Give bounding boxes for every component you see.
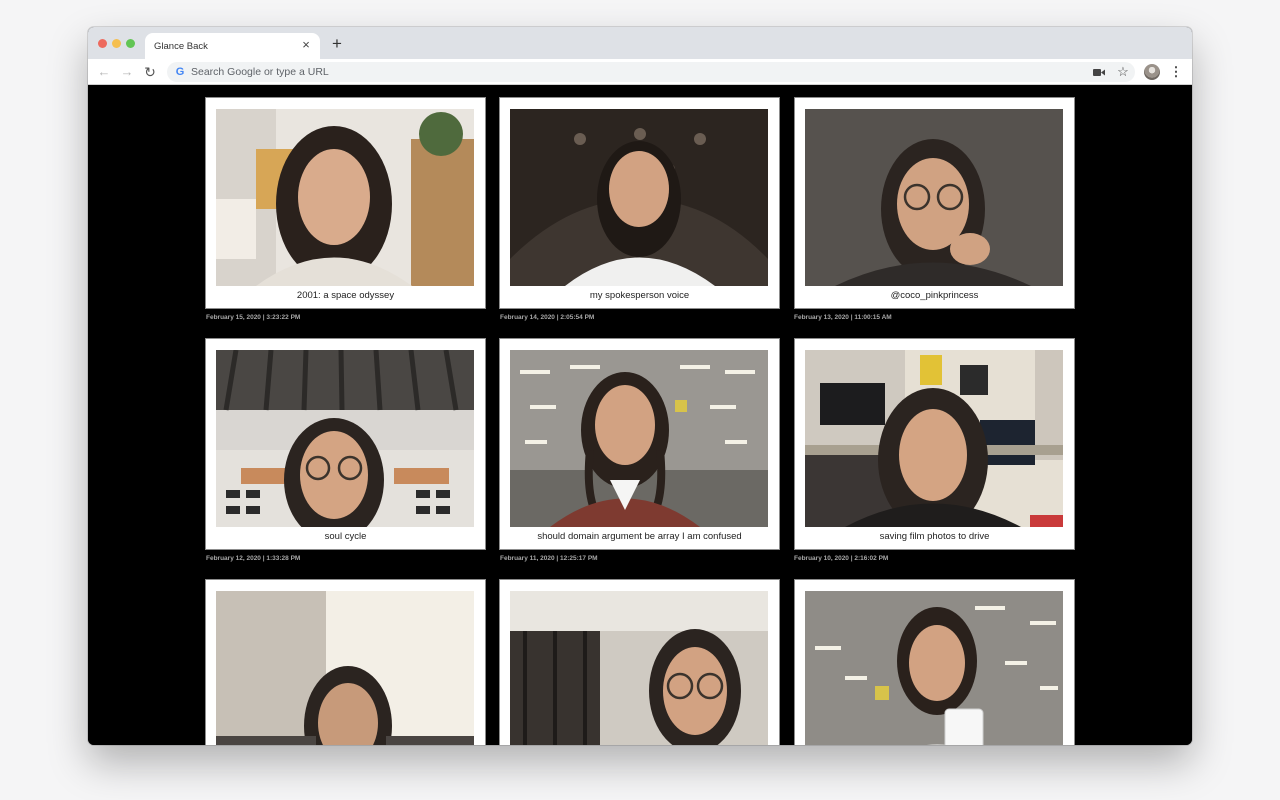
photo-card[interactable]: @coco_pinkprincess xyxy=(794,97,1075,309)
star-icon[interactable]: ☆ xyxy=(1114,63,1132,81)
minimize-window-button[interactable] xyxy=(112,39,121,48)
photo-caption: should domain argument be array I am con… xyxy=(537,531,742,542)
photo-card[interactable] xyxy=(794,579,1075,745)
close-window-button[interactable] xyxy=(98,39,107,48)
zoom-window-button[interactable] xyxy=(126,39,135,48)
browser-window: Glance Back × + ← → ↻ G Search Google or… xyxy=(88,27,1192,745)
photo-card[interactable]: should domain argument be array I am con… xyxy=(499,338,780,550)
photo-timestamp: February 12, 2020 | 1:33:28 PM xyxy=(206,555,301,562)
photo xyxy=(805,350,1063,527)
photo-caption: soul cycle xyxy=(324,531,367,542)
photo-timestamp: February 15, 2020 | 3:23:22 PM xyxy=(206,314,301,321)
camera-icon[interactable] xyxy=(1090,63,1108,81)
forward-arrow-icon[interactable]: → xyxy=(118,63,136,81)
gallery: 2001: a space odyssey February 15, 2020 … xyxy=(88,86,1192,745)
photo-caption: my spokesperson voice xyxy=(589,290,690,301)
new-tab-button[interactable]: + xyxy=(328,35,346,53)
profile-avatar[interactable] xyxy=(1144,64,1160,80)
photo-card[interactable] xyxy=(205,579,486,745)
photo-timestamp: February 10, 2020 | 2:16:02 PM xyxy=(794,555,889,562)
photo-card[interactable]: 2001: a space odyssey xyxy=(205,97,486,309)
browser-toolbar: ← → ↻ G Search Google or type a URL ☆ ⋮ xyxy=(88,59,1192,85)
photo xyxy=(216,591,474,745)
photo-caption: @coco_pinkprincess xyxy=(890,290,979,301)
photo xyxy=(216,350,474,527)
photo xyxy=(216,109,474,286)
photo-card[interactable]: my spokesperson voice xyxy=(499,97,780,309)
address-bar-placeholder: Search Google or type a URL xyxy=(191,66,329,78)
photo xyxy=(510,591,768,745)
photo xyxy=(805,591,1063,745)
photo-timestamp: February 14, 2020 | 2:05:54 PM xyxy=(500,314,595,321)
reload-icon[interactable]: ↻ xyxy=(141,63,159,81)
google-icon: G xyxy=(175,66,185,78)
photo-caption: 2001: a space odyssey xyxy=(296,290,395,301)
photo xyxy=(805,109,1063,286)
photo-card[interactable] xyxy=(499,579,780,745)
photo xyxy=(510,350,768,527)
photo-card[interactable]: soul cycle xyxy=(205,338,486,550)
photo-card[interactable]: saving film photos to drive xyxy=(794,338,1075,550)
photo xyxy=(510,109,768,286)
tab-bar: Glance Back × + xyxy=(88,27,1192,59)
address-bar[interactable]: G Search Google or type a URL xyxy=(167,62,1135,82)
menu-icon[interactable]: ⋮ xyxy=(1167,63,1185,81)
photo-timestamp: February 11, 2020 | 12:25:17 PM xyxy=(500,555,598,562)
back-arrow-icon[interactable]: ← xyxy=(95,63,113,81)
tab-glance-back[interactable]: Glance Back × xyxy=(145,33,320,59)
photo-caption: saving film photos to drive xyxy=(879,531,990,542)
tab-title: Glance Back xyxy=(154,41,208,52)
photo-timestamp: February 13, 2020 | 11:00:15 AM xyxy=(794,314,892,321)
tab-close-icon[interactable]: × xyxy=(299,38,313,52)
